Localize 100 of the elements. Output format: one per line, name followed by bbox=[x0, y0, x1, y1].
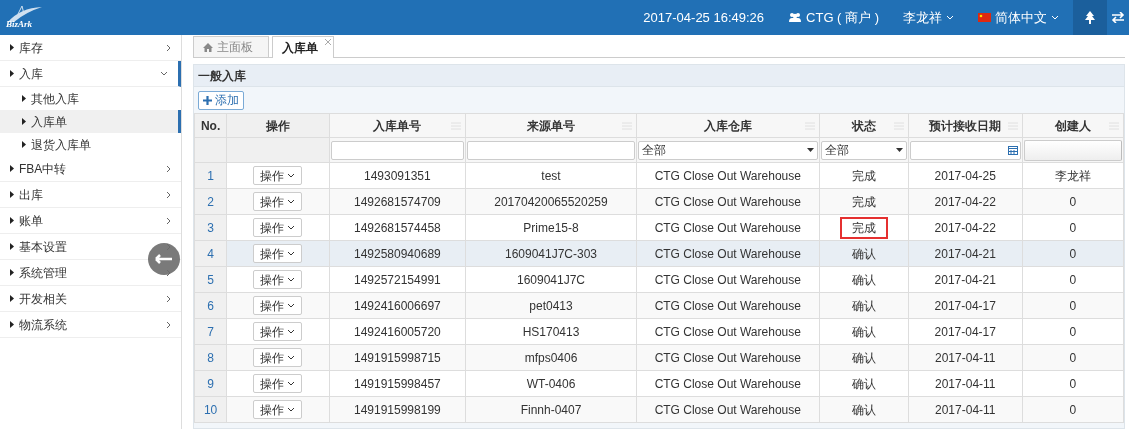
sidebar-item[interactable]: 物流系统 bbox=[0, 312, 181, 338]
caret-right-icon bbox=[10, 295, 14, 302]
caret-right-icon bbox=[10, 165, 14, 172]
row-number: 8 bbox=[207, 350, 214, 365]
table-cell: CTG Close Out Warehouse bbox=[654, 350, 801, 365]
table-cell: 1491915998457 bbox=[353, 376, 441, 391]
table-cell: 2017-04-11 bbox=[935, 350, 996, 365]
row-number: 1 bbox=[207, 168, 214, 183]
caret-right-icon bbox=[22, 95, 26, 102]
date-filter-field[interactable] bbox=[910, 140, 1021, 160]
tree-button[interactable] bbox=[1073, 0, 1107, 35]
table-row[interactable]: 9 操作 1491915998457 WT-0406 CTG Close Out Warehouse 确认 2017-04-11 0 bbox=[194, 370, 1124, 397]
action-dropdown-button[interactable]: 操作 bbox=[253, 348, 303, 367]
collapse-sidebar-button[interactable] bbox=[148, 243, 180, 275]
sidebar-subitem[interactable]: 退货入库单 bbox=[0, 133, 181, 156]
table-row[interactable]: 2 操作 1492681574709 20170420065520259 CTG Close Out Warehouse 完成 2017-04-22 0 bbox=[194, 188, 1124, 215]
row-number: 6 bbox=[207, 298, 214, 313]
table-row[interactable]: 7 操作 1492416005720 HS170413 CTG Close Out Warehouse 确认 2017-04-17 0 bbox=[194, 318, 1124, 345]
action-dropdown-button[interactable]: 操作 bbox=[253, 270, 303, 289]
table-cell: 2017-04-17 bbox=[934, 298, 996, 313]
table-cell: 0 bbox=[1069, 194, 1077, 209]
action-dropdown-button[interactable]: 操作 bbox=[253, 374, 303, 393]
row-number: 9 bbox=[207, 376, 214, 391]
close-icon[interactable] bbox=[325, 39, 331, 45]
caret-right-icon bbox=[10, 70, 14, 77]
status-text: 确认 bbox=[850, 297, 877, 315]
status-text: 确认 bbox=[850, 375, 877, 393]
panel-title: 一般入库 bbox=[198, 67, 246, 85]
caret-down-icon bbox=[287, 407, 296, 412]
add-button[interactable]: 添加 bbox=[198, 90, 244, 110]
tab[interactable]: 入库单 bbox=[272, 36, 334, 58]
date-time: 2017-04-25 16:49:26 bbox=[643, 8, 765, 27]
status-text: 确认 bbox=[850, 323, 877, 341]
action-dropdown-button[interactable]: 操作 bbox=[253, 166, 303, 185]
status-text: 完成 bbox=[850, 167, 877, 185]
table-cell: 2017-04-21 bbox=[934, 246, 996, 261]
table-row[interactable]: 10 操作 1491915998199 Finnh-0407 CTG Close Out Warehouse 确认 2017-04-11 0 bbox=[194, 396, 1124, 423]
caret-right-icon bbox=[10, 269, 14, 276]
table-cell: CTG Close Out Warehouse bbox=[654, 402, 801, 417]
user-menu[interactable]: 李龙祥 bbox=[903, 7, 954, 28]
table-cell: 2017-04-17 bbox=[934, 324, 996, 339]
column-header: 入库仓库 bbox=[703, 118, 752, 133]
logo: BizArk bbox=[0, 0, 80, 35]
table-row[interactable]: 6 操作 1492416006697 pet0413 CTG Close Out Warehouse 确认 2017-04-17 0 bbox=[194, 292, 1124, 319]
column-header: 来源单号 bbox=[527, 118, 575, 133]
column-header: No. bbox=[200, 118, 221, 133]
sidebar-item[interactable]: 开发相关 bbox=[0, 286, 181, 312]
column-header: 操作 bbox=[265, 118, 290, 133]
action-dropdown-button[interactable]: 操作 bbox=[253, 322, 303, 341]
table-row[interactable]: 1 操作 1493091351 test CTG Close Out Warehouse 完成 2017-04-25 李龙祥 bbox=[194, 162, 1124, 189]
chevron-right-icon bbox=[166, 320, 171, 329]
sidebar-item[interactable]: 库存 bbox=[0, 35, 181, 61]
caret-down-icon bbox=[287, 199, 296, 204]
table-cell: CTG Close Out Warehouse bbox=[654, 246, 801, 261]
column-header: 创建人 bbox=[1054, 118, 1091, 133]
table-cell: 0 bbox=[1069, 350, 1077, 365]
caret-down-icon bbox=[287, 329, 296, 334]
row-number: 4 bbox=[207, 246, 214, 261]
table-row[interactable]: 4 操作 1492580940689 1609041J7C-303 CTG Close Out Warehouse 确认 2017-04-21 0 bbox=[194, 240, 1124, 267]
action-dropdown-button[interactable]: 操作 bbox=[253, 296, 303, 315]
table-row[interactable]: 3 操作 1492681574458 Prime15-8 CTG Close Out Warehouse 完成 2017-04-22 0 bbox=[194, 214, 1124, 241]
sidebar-subitem[interactable]: 入库单 bbox=[0, 110, 181, 133]
sidebar-item[interactable]: 出库 bbox=[0, 182, 181, 208]
table-row[interactable]: 5 操作 1492572154991 1609041J7C CTG Close Out Warehouse 确认 2017-04-21 0 bbox=[194, 266, 1124, 293]
sidebar-item[interactable]: 入库 bbox=[0, 61, 181, 87]
caret-down-icon bbox=[946, 15, 954, 20]
caret-down-icon bbox=[287, 355, 296, 360]
action-dropdown-button[interactable]: 操作 bbox=[253, 400, 303, 419]
account-menu[interactable]: CTG ( 商户 ) bbox=[788, 7, 879, 28]
table-cell: pet0413 bbox=[529, 298, 573, 313]
action-dropdown-button[interactable]: 操作 bbox=[253, 244, 303, 263]
status-text: 完成 bbox=[839, 216, 888, 239]
language-menu[interactable]: 简体中文 bbox=[978, 7, 1059, 28]
column-header: 状态 bbox=[851, 118, 876, 133]
action-dropdown-button[interactable]: 操作 bbox=[253, 218, 303, 237]
table-cell: 1493091351 bbox=[363, 168, 431, 183]
filter-dropdown[interactable]: 全部 bbox=[820, 140, 908, 160]
action-dropdown-button[interactable]: 操作 bbox=[253, 192, 303, 211]
filter-dropdown[interactable]: 全部 bbox=[637, 140, 818, 160]
caret-right-icon bbox=[22, 118, 26, 125]
tree-icon bbox=[1085, 11, 1095, 24]
sidebar-item[interactable]: FBA中转 bbox=[0, 156, 181, 182]
caret-right-icon bbox=[10, 191, 14, 198]
filter-field[interactable] bbox=[467, 140, 635, 160]
sidebar-subitem[interactable]: 其他入库 bbox=[0, 87, 181, 110]
table-row[interactable]: 8 操作 1491915998715 mfps0406 CTG Close Out Warehouse 确认 2017-04-11 0 bbox=[194, 344, 1124, 371]
sidebar-item[interactable]: 账单 bbox=[0, 208, 181, 234]
row-number: 3 bbox=[207, 220, 214, 235]
chevron-down-icon bbox=[160, 71, 168, 76]
caret-down-icon bbox=[287, 303, 296, 308]
table-cell: CTG Close Out Warehouse bbox=[654, 272, 801, 287]
status-text: 确认 bbox=[850, 349, 877, 367]
table-cell: 0 bbox=[1069, 220, 1077, 235]
table-cell: Finnh-0407 bbox=[520, 402, 582, 417]
table-cell: 2017-04-22 bbox=[934, 220, 996, 235]
filter-field[interactable] bbox=[330, 140, 465, 160]
table-cell: 2017-04-21 bbox=[934, 272, 996, 287]
table-cell: 1491915998715 bbox=[353, 350, 441, 365]
table-cell: 0 bbox=[1069, 402, 1077, 417]
table-cell: CTG Close Out Warehouse bbox=[654, 168, 801, 183]
